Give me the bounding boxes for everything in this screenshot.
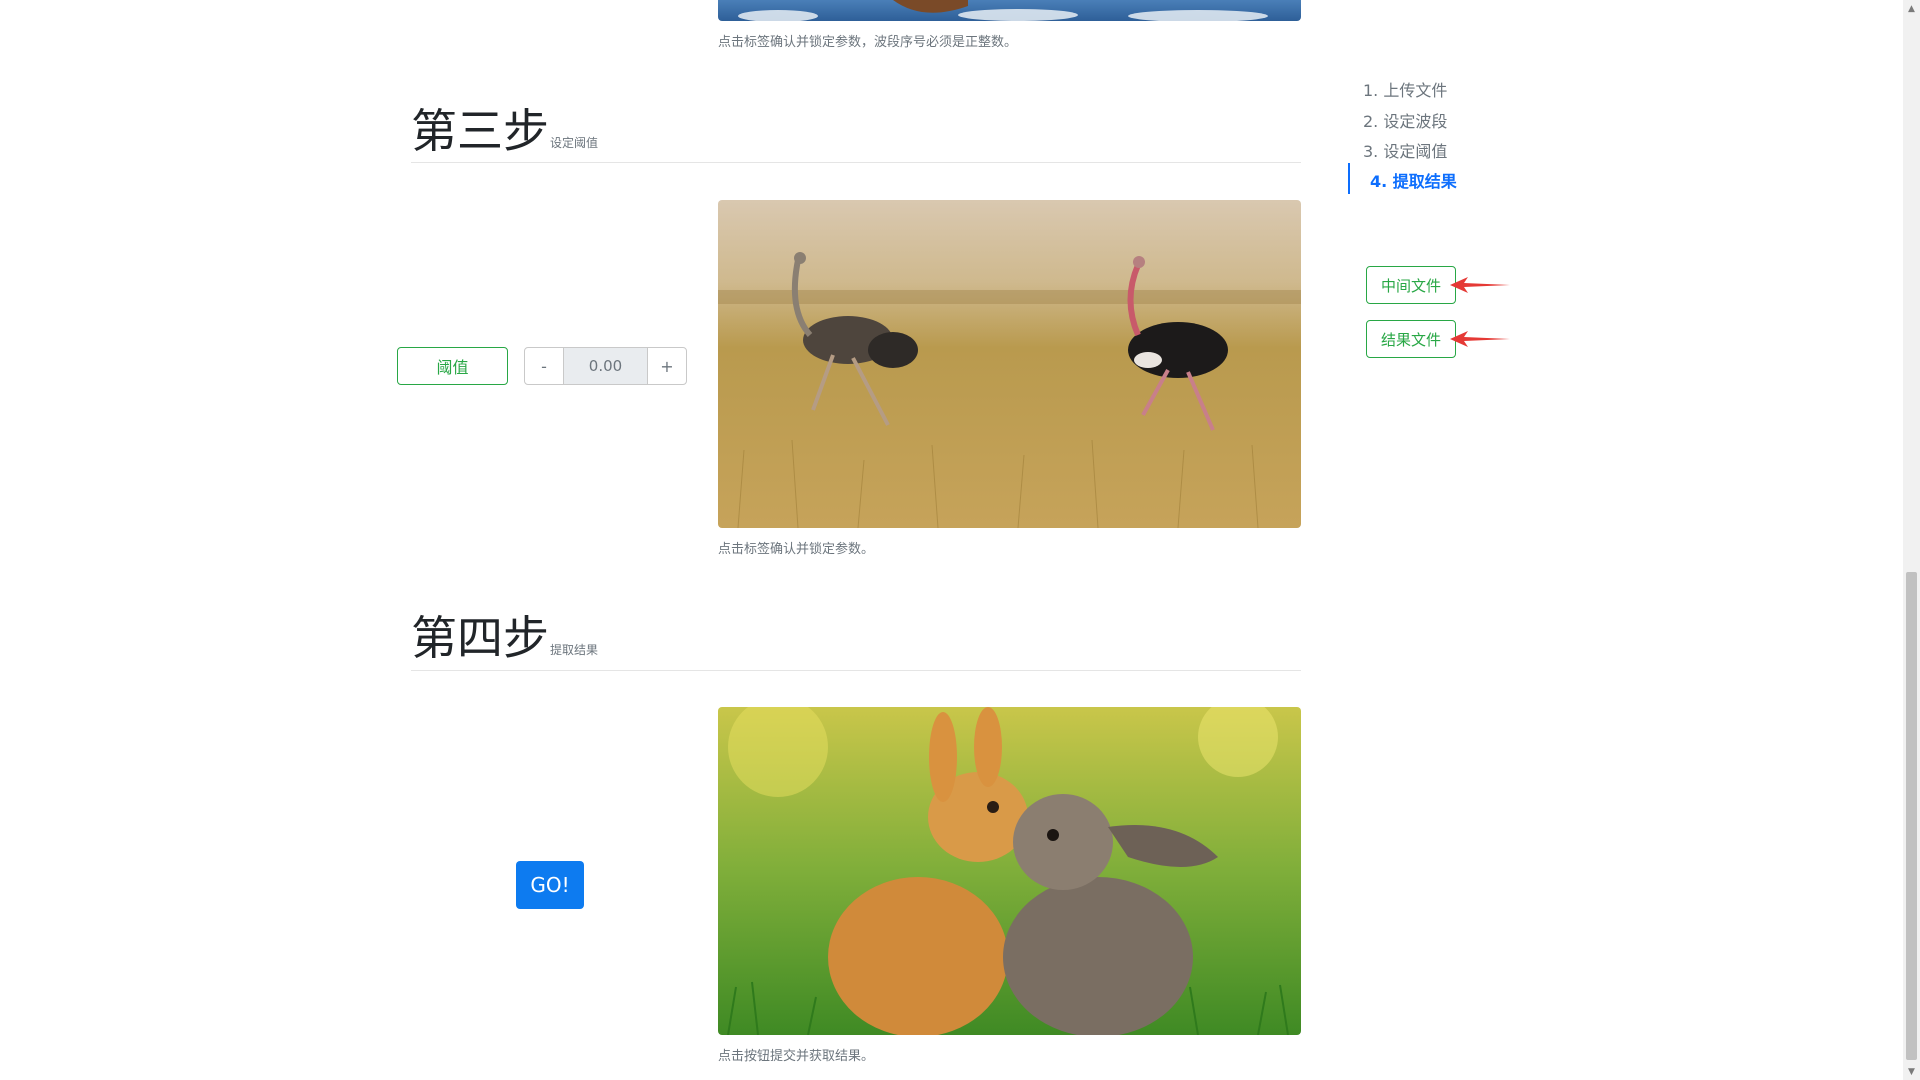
nav-item-band[interactable]: 2. 设定波段 [1363, 108, 1447, 132]
ostrich-image-caption: 点击标签确认并锁定参数。 [718, 542, 875, 557]
red-arrow-icon [1450, 277, 1510, 293]
red-arrow-icon [1450, 331, 1510, 347]
threshold-button[interactable]: 阈值 [397, 347, 508, 385]
step4-title: 第四步 [411, 611, 549, 665]
rabbit-image [718, 707, 1301, 1035]
step4-subtitle: 提取结果 [550, 643, 599, 657]
scrollbar-thumb[interactable] [1906, 572, 1917, 1060]
top-image [718, 0, 1301, 21]
ostrich-image-art [718, 200, 1301, 528]
scroll-down-icon[interactable]: ▼ [1903, 1063, 1920, 1080]
top-image-caption: 点击标签确认并锁定参数，波段序号必须是正整数。 [718, 35, 1018, 50]
decrement-button[interactable]: - [524, 347, 564, 385]
rabbit-image-caption: 点击按钮提交并获取结果。 [718, 1049, 875, 1064]
top-image-art [718, 0, 1301, 21]
ostrich-image [718, 200, 1301, 528]
nav-item-upload[interactable]: 1. 上传文件 [1363, 77, 1447, 101]
rabbit-image-art [718, 707, 1301, 1035]
result-file-button[interactable]: 结果文件 [1366, 320, 1456, 358]
go-button[interactable]: GO! [516, 861, 584, 909]
scroll-up-icon[interactable]: ▲ [1903, 0, 1920, 17]
threshold-value-input[interactable]: 0.00 [564, 347, 647, 385]
step3-title: 第三步 [411, 104, 549, 158]
nav-active-indicator [1348, 163, 1350, 194]
intermediate-file-button[interactable]: 中间文件 [1366, 266, 1456, 304]
step3-divider [411, 162, 1301, 163]
step4-divider [411, 670, 1301, 671]
nav-item-result[interactable]: 4. 提取结果 [1370, 168, 1457, 192]
increment-button[interactable]: + [647, 347, 687, 385]
nav-item-threshold[interactable]: 3. 设定阈值 [1363, 138, 1447, 162]
step3-subtitle: 设定阈值 [550, 136, 599, 150]
